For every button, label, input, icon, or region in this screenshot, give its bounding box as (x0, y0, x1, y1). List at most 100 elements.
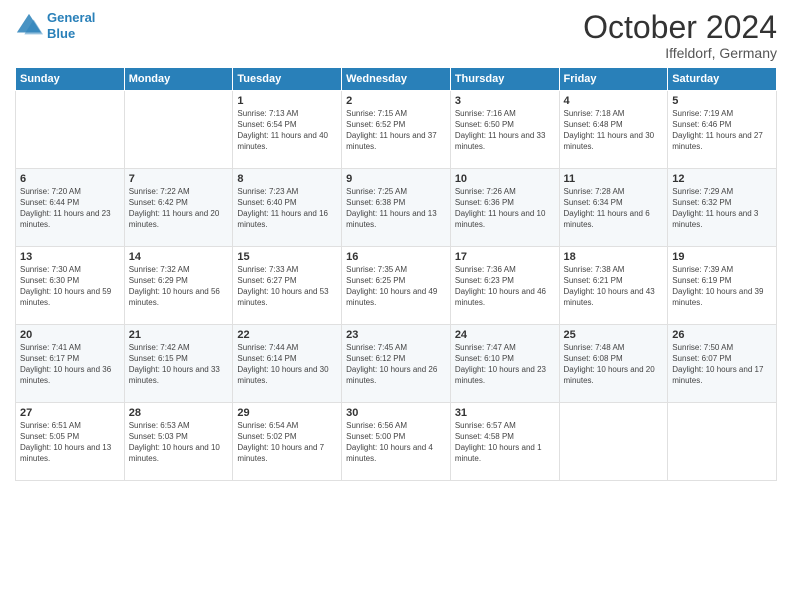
cell-content: Sunrise: 7:47 AM Sunset: 6:10 PM Dayligh… (455, 343, 555, 386)
calendar-cell: 27 Sunrise: 6:51 AM Sunset: 5:05 PM Dayli… (16, 403, 125, 481)
day-number: 8 (237, 173, 337, 185)
cell-content: Sunrise: 6:54 AM Sunset: 5:02 PM Dayligh… (237, 421, 337, 464)
col-header-sunday: Sunday (16, 68, 125, 91)
calendar-cell: 22Sunrise: 7:44 AM Sunset: 6:14 PM Dayli… (233, 325, 342, 403)
calendar-cell (16, 91, 125, 169)
calendar-cell: 30 Sunrise: 6:56 AM Sunset: 5:00 PM Dayli… (342, 403, 451, 481)
day-number: 19 (672, 251, 772, 263)
calendar-cell: 26 Sunrise: 7:50 AM Sunset: 6:07 PM Dayli… (668, 325, 777, 403)
calendar-cell: 7 Sunrise: 7:22 AM Sunset: 6:42 PM Daylig… (124, 169, 233, 247)
day-number: 3 (455, 95, 555, 107)
calendar-cell: 10Sunrise: 7:26 AM Sunset: 6:36 PM Dayli… (450, 169, 559, 247)
calendar-cell: 3 Sunrise: 7:16 AM Sunset: 6:50 PM Daylig… (450, 91, 559, 169)
month-title: October 2024 (583, 10, 777, 45)
calendar-cell: 14 Sunrise: 7:32 AM Sunset: 6:29 PM Dayli… (124, 247, 233, 325)
cell-content: Sunrise: 7:19 AM Sunset: 6:46 PM Dayligh… (672, 109, 772, 152)
day-number: 12 (672, 173, 772, 185)
calendar-cell: 29Sunrise: 6:54 AM Sunset: 5:02 PM Dayli… (233, 403, 342, 481)
cell-content: Sunrise: 6:57 AM Sunset: 4:58 PM Dayligh… (455, 421, 555, 464)
calendar-cell: 2 Sunrise: 7:15 AM Sunset: 6:52 PM Daylig… (342, 91, 451, 169)
header: General Blue October 2024 Iffeldorf, Ger… (15, 10, 777, 61)
cell-content: Sunrise: 6:51 AM Sunset: 5:05 PM Dayligh… (20, 421, 120, 464)
cell-content: Sunrise: 7:20 AM Sunset: 6:44 PM Dayligh… (20, 187, 120, 230)
calendar-cell: 15 Sunrise: 7:33 AM Sunset: 6:27 PM Dayli… (233, 247, 342, 325)
logo-icon (15, 12, 43, 40)
cell-content: Sunrise: 7:18 AM Sunset: 6:48 PM Dayligh… (564, 109, 664, 152)
col-header-friday: Friday (559, 68, 668, 91)
cell-content: Sunrise: 7:28 AM Sunset: 6:34 PM Dayligh… (564, 187, 664, 230)
cell-content: Sunrise: 7:48 AM Sunset: 6:08 PM Dayligh… (564, 343, 664, 386)
day-number: 13 (20, 251, 120, 263)
calendar-cell: 20Sunrise: 7:41 AM Sunset: 6:17 PM Dayli… (16, 325, 125, 403)
day-number: 7 (129, 173, 229, 185)
cell-content: Sunrise: 7:30 AM Sunset: 6:30 PM Dayligh… (20, 265, 120, 308)
day-number: 31 (455, 407, 555, 419)
cell-content: Sunrise: 6:53 AM Sunset: 5:03 PM Dayligh… (129, 421, 229, 464)
calendar-cell: 12 Sunrise: 7:29 AM Sunset: 6:32 PM Dayli… (668, 169, 777, 247)
day-number: 18 (564, 251, 664, 263)
cell-content: Sunrise: 7:39 AM Sunset: 6:19 PM Dayligh… (672, 265, 772, 308)
calendar-cell: 24Sunrise: 7:47 AM Sunset: 6:10 PM Dayli… (450, 325, 559, 403)
day-number: 22 (237, 329, 337, 341)
day-number: 30 (346, 407, 446, 419)
day-number: 28 (129, 407, 229, 419)
cell-content: Sunrise: 7:13 AM Sunset: 6:54 PM Dayligh… (237, 109, 337, 152)
calendar-cell: 8 Sunrise: 7:23 AM Sunset: 6:40 PM Daylig… (233, 169, 342, 247)
week-row-2: 6Sunrise: 7:20 AM Sunset: 6:44 PM Daylig… (16, 169, 777, 247)
day-number: 11 (564, 173, 664, 185)
cell-content: Sunrise: 7:38 AM Sunset: 6:21 PM Dayligh… (564, 265, 664, 308)
col-header-thursday: Thursday (450, 68, 559, 91)
day-number: 4 (564, 95, 664, 107)
cell-content: Sunrise: 7:29 AM Sunset: 6:32 PM Dayligh… (672, 187, 772, 230)
calendar-cell (124, 91, 233, 169)
logo-general: General (47, 10, 95, 25)
calendar-cell: 4 Sunrise: 7:18 AM Sunset: 6:48 PM Daylig… (559, 91, 668, 169)
calendar-cell: 11 Sunrise: 7:28 AM Sunset: 6:34 PM Dayli… (559, 169, 668, 247)
week-row-5: 27 Sunrise: 6:51 AM Sunset: 5:05 PM Dayli… (16, 403, 777, 481)
page: General Blue October 2024 Iffeldorf, Ger… (0, 0, 792, 612)
day-number: 27 (20, 407, 120, 419)
title-block: October 2024 Iffeldorf, Germany (583, 10, 777, 61)
cell-content: Sunrise: 7:45 AM Sunset: 6:12 PM Dayligh… (346, 343, 446, 386)
cell-content: Sunrise: 7:35 AM Sunset: 6:25 PM Dayligh… (346, 265, 446, 308)
cell-content: Sunrise: 7:50 AM Sunset: 6:07 PM Dayligh… (672, 343, 772, 386)
col-header-monday: Monday (124, 68, 233, 91)
day-number: 2 (346, 95, 446, 107)
cell-content: Sunrise: 7:33 AM Sunset: 6:27 PM Dayligh… (237, 265, 337, 308)
col-header-tuesday: Tuesday (233, 68, 342, 91)
calendar-cell: 23Sunrise: 7:45 AM Sunset: 6:12 PM Dayli… (342, 325, 451, 403)
logo-blue: Blue (47, 26, 75, 41)
day-number: 5 (672, 95, 772, 107)
day-number: 14 (129, 251, 229, 263)
logo: General Blue (15, 10, 95, 41)
cell-content: Sunrise: 7:25 AM Sunset: 6:38 PM Dayligh… (346, 187, 446, 230)
day-number: 26 (672, 329, 772, 341)
cell-content: Sunrise: 7:42 AM Sunset: 6:15 PM Dayligh… (129, 343, 229, 386)
calendar-cell: 17Sunrise: 7:36 AM Sunset: 6:23 PM Dayli… (450, 247, 559, 325)
col-header-wednesday: Wednesday (342, 68, 451, 91)
week-row-4: 20Sunrise: 7:41 AM Sunset: 6:17 PM Dayli… (16, 325, 777, 403)
cell-content: Sunrise: 6:56 AM Sunset: 5:00 PM Dayligh… (346, 421, 446, 464)
calendar-cell: 13 Sunrise: 7:30 AM Sunset: 6:30 PM Dayli… (16, 247, 125, 325)
calendar-cell: 1 Sunrise: 7:13 AM Sunset: 6:54 PM Daylig… (233, 91, 342, 169)
calendar-cell (668, 403, 777, 481)
day-number: 9 (346, 173, 446, 185)
cell-content: Sunrise: 7:16 AM Sunset: 6:50 PM Dayligh… (455, 109, 555, 152)
cell-content: Sunrise: 7:22 AM Sunset: 6:42 PM Dayligh… (129, 187, 229, 230)
day-number: 17 (455, 251, 555, 263)
cell-content: Sunrise: 7:26 AM Sunset: 6:36 PM Dayligh… (455, 187, 555, 230)
calendar-cell: 19 Sunrise: 7:39 AM Sunset: 6:19 PM Dayli… (668, 247, 777, 325)
cell-content: Sunrise: 7:32 AM Sunset: 6:29 PM Dayligh… (129, 265, 229, 308)
day-number: 16 (346, 251, 446, 263)
calendar-cell: 9 Sunrise: 7:25 AM Sunset: 6:38 PM Daylig… (342, 169, 451, 247)
day-number: 21 (129, 329, 229, 341)
day-number: 15 (237, 251, 337, 263)
cell-content: Sunrise: 7:15 AM Sunset: 6:52 PM Dayligh… (346, 109, 446, 152)
calendar-cell: 25Sunrise: 7:48 AM Sunset: 6:08 PM Dayli… (559, 325, 668, 403)
col-header-saturday: Saturday (668, 68, 777, 91)
calendar-cell: 5 Sunrise: 7:19 AM Sunset: 6:46 PM Daylig… (668, 91, 777, 169)
day-number: 1 (237, 95, 337, 107)
cell-content: Sunrise: 7:23 AM Sunset: 6:40 PM Dayligh… (237, 187, 337, 230)
calendar-cell: 18 Sunrise: 7:38 AM Sunset: 6:21 PM Dayli… (559, 247, 668, 325)
week-row-3: 13 Sunrise: 7:30 AM Sunset: 6:30 PM Dayli… (16, 247, 777, 325)
